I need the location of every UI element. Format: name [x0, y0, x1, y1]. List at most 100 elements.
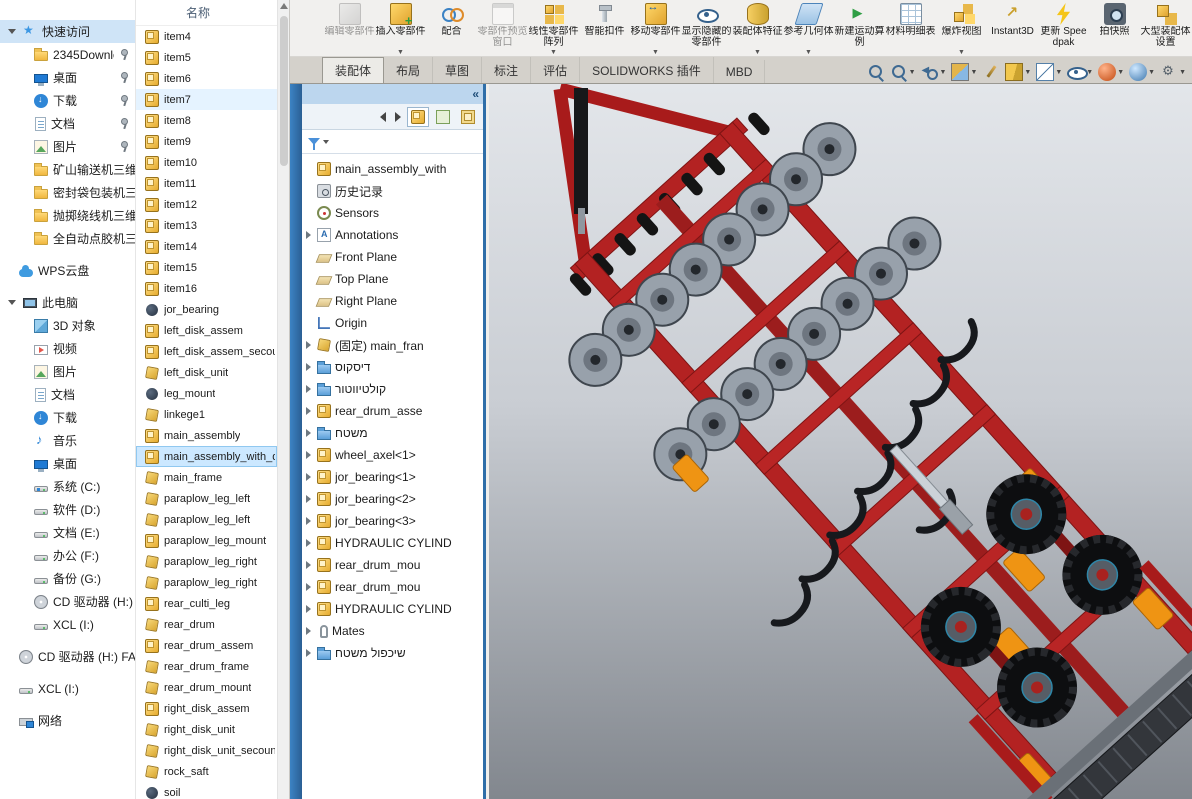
file-list-item[interactable]: item7 [136, 89, 277, 110]
dropdown-arrow-icon[interactable]: ▼ [1024, 69, 1031, 76]
explorer-nav-item[interactable]: CD 驱动器 (H:) FAS [0, 590, 135, 613]
explorer-nav-item[interactable]: WPS云盘 [0, 259, 135, 282]
explorer-nav-item[interactable]: 文档 (E:) [0, 521, 135, 544]
chevron-icon[interactable] [8, 29, 16, 34]
explorer-nav-item[interactable]: 视频 [0, 337, 135, 360]
expand-icon[interactable] [306, 341, 311, 349]
file-list-item[interactable]: rear_drum_mount [136, 677, 277, 698]
ribbon-button[interactable]: 材料明细表 ▼ [885, 0, 936, 56]
explorer-nav-item[interactable]: 文档 [0, 112, 135, 135]
explorer-nav-item[interactable]: 全自动点胶机三维套图 [0, 227, 135, 250]
file-list-item[interactable]: item12 [136, 194, 277, 215]
explorer-nav-item[interactable]: 2345Download [0, 43, 135, 66]
dropdown-arrow-icon[interactable]: ▼ [940, 69, 947, 76]
panel-collapse-button[interactable]: « [472, 87, 479, 101]
view-toolbar-button[interactable]: ▼ [1158, 62, 1188, 82]
file-list-item[interactable]: left_disk_unit [136, 362, 277, 383]
file-list-item[interactable]: left_disk_assem [136, 320, 277, 341]
explorer-nav-item[interactable]: XCL (I:) [0, 613, 135, 636]
feature-tree-item[interactable]: wheel_axel<1> [304, 444, 483, 466]
ribbon-button[interactable]: 更新 Speedpak ▼ [1038, 0, 1089, 56]
scrollbar-thumb[interactable] [280, 16, 288, 166]
ribbon-button[interactable]: 智能扣件 ▼ [579, 0, 630, 56]
feature-tree-item[interactable]: rear_drum_mou [304, 576, 483, 598]
feature-tree-item[interactable]: Origin [304, 312, 483, 334]
file-list-item[interactable]: right_disk_unit_secound [136, 740, 277, 761]
feature-tree-item[interactable]: rear_drum_mou [304, 554, 483, 576]
ribbon-button[interactable]: 移动零部件 ▼ [630, 0, 681, 56]
dropdown-arrow-icon[interactable]: ▼ [970, 69, 977, 76]
explorer-nav-item[interactable]: CD 驱动器 (H:) FAST [0, 645, 135, 668]
file-list-item[interactable]: item5 [136, 47, 277, 68]
feature-tree-item[interactable]: rear_drum_asse [304, 400, 483, 422]
expand-icon[interactable] [306, 605, 311, 613]
command-tab[interactable]: MBD [714, 60, 766, 83]
ribbon-button[interactable]: 线性零部件阵列 ▼ [528, 0, 579, 56]
ribbon-button[interactable]: 零部件预览窗口 ▼ [477, 0, 528, 56]
file-list-item[interactable]: main_assembly_with_dia [136, 446, 277, 467]
feature-tree-item[interactable]: Sensors [304, 202, 483, 224]
explorer-nav-item[interactable]: 此电脑 [0, 291, 135, 314]
file-list-item[interactable]: item4 [136, 26, 277, 47]
dropdown-arrow-icon[interactable]: ▼ [1179, 69, 1186, 76]
panel-tab[interactable] [407, 107, 429, 127]
expand-icon[interactable] [306, 539, 311, 547]
explorer-nav-item[interactable]: 3D 对象 [0, 314, 135, 337]
expand-icon[interactable] [306, 363, 311, 371]
feature-tree-item[interactable]: (固定) main_fran [304, 334, 483, 356]
dropdown-arrow-icon[interactable]: ▼ [1055, 69, 1062, 76]
feature-tree-item[interactable]: Annotations [304, 224, 483, 246]
command-tab[interactable]: 草图 [433, 57, 482, 83]
feature-tree-item[interactable]: HYDRAULIC CYLIND [304, 598, 483, 620]
expand-icon[interactable] [306, 385, 311, 393]
feature-tree-item[interactable]: משטח [304, 422, 483, 444]
file-list-item[interactable]: item8 [136, 110, 277, 131]
view-toolbar-button[interactable]: ▼ [1127, 62, 1157, 82]
file-list-item[interactable]: item14 [136, 236, 277, 257]
explorer-nav-item[interactable]: 矿山输送机三维套图 [0, 158, 135, 181]
explorer-nav-item[interactable]: 密封袋包装机三维套图 [0, 181, 135, 204]
chevron-down-icon[interactable] [323, 140, 329, 144]
name-column-header[interactable]: 名称 [186, 4, 210, 21]
command-tab[interactable]: 布局 [384, 57, 433, 83]
expand-icon[interactable] [306, 231, 311, 239]
file-list-item[interactable]: item16 [136, 278, 277, 299]
expand-icon[interactable] [306, 407, 311, 415]
feature-tree-item[interactable]: דיסקוס [304, 356, 483, 378]
file-list-item[interactable]: paraplow_leg_right [136, 572, 277, 593]
file-list-item[interactable]: item13 [136, 215, 277, 236]
scroll-up-icon[interactable] [280, 3, 288, 9]
file-list-item[interactable]: right_disk_assem [136, 698, 277, 719]
view-toolbar-button[interactable]: ▼ [865, 62, 887, 82]
expand-icon[interactable] [306, 561, 311, 569]
tab-forward-icon[interactable] [395, 112, 401, 122]
ribbon-button[interactable]: 参考几何体 ▼ [783, 0, 834, 56]
feature-tree-item[interactable]: קולטיווטור [304, 378, 483, 400]
ribbon-button[interactable]: 大型装配体设置 ▼ [1140, 0, 1191, 56]
view-toolbar-button[interactable]: ▼ [949, 62, 979, 82]
feature-tree-item[interactable]: HYDRAULIC CYLIND [304, 532, 483, 554]
file-list-item[interactable]: paraplow_leg_left [136, 488, 277, 509]
file-list-item[interactable]: item11 [136, 173, 277, 194]
expand-icon[interactable] [306, 495, 311, 503]
chevron-icon[interactable] [8, 300, 16, 305]
ribbon-button[interactable]: 爆炸视图 ▼ [936, 0, 987, 56]
view-toolbar-button[interactable]: ▼ [1034, 62, 1064, 82]
command-tab[interactable]: 装配体 [322, 57, 384, 83]
dropdown-arrow-icon[interactable]: ▼ [652, 49, 659, 56]
explorer-nav-item[interactable]: 文档 [0, 383, 135, 406]
feature-tree-item[interactable]: Right Plane [304, 290, 483, 312]
ribbon-button[interactable]: 装配体特征 ▼ [732, 0, 783, 56]
ribbon-button[interactable]: 新建运动算例 ▼ [834, 0, 885, 56]
explorer-nav-item[interactable]: 图片 [0, 360, 135, 383]
command-tab[interactable]: SOLIDWORKS 插件 [580, 57, 714, 83]
graphics-viewport[interactable] [489, 84, 1192, 799]
explorer-nav-item[interactable]: 抛掷绕线机三维套图 [0, 204, 135, 227]
dropdown-arrow-icon[interactable]: ▼ [958, 49, 965, 56]
file-list-item[interactable]: soil [136, 782, 277, 799]
file-list-item[interactable]: item15 [136, 257, 277, 278]
explorer-nav-item[interactable]: 图片 [0, 135, 135, 158]
file-list-item[interactable]: rear_drum_frame [136, 656, 277, 677]
expand-icon[interactable] [306, 649, 311, 657]
explorer-nav-item[interactable]: 备份 (G:) [0, 567, 135, 590]
